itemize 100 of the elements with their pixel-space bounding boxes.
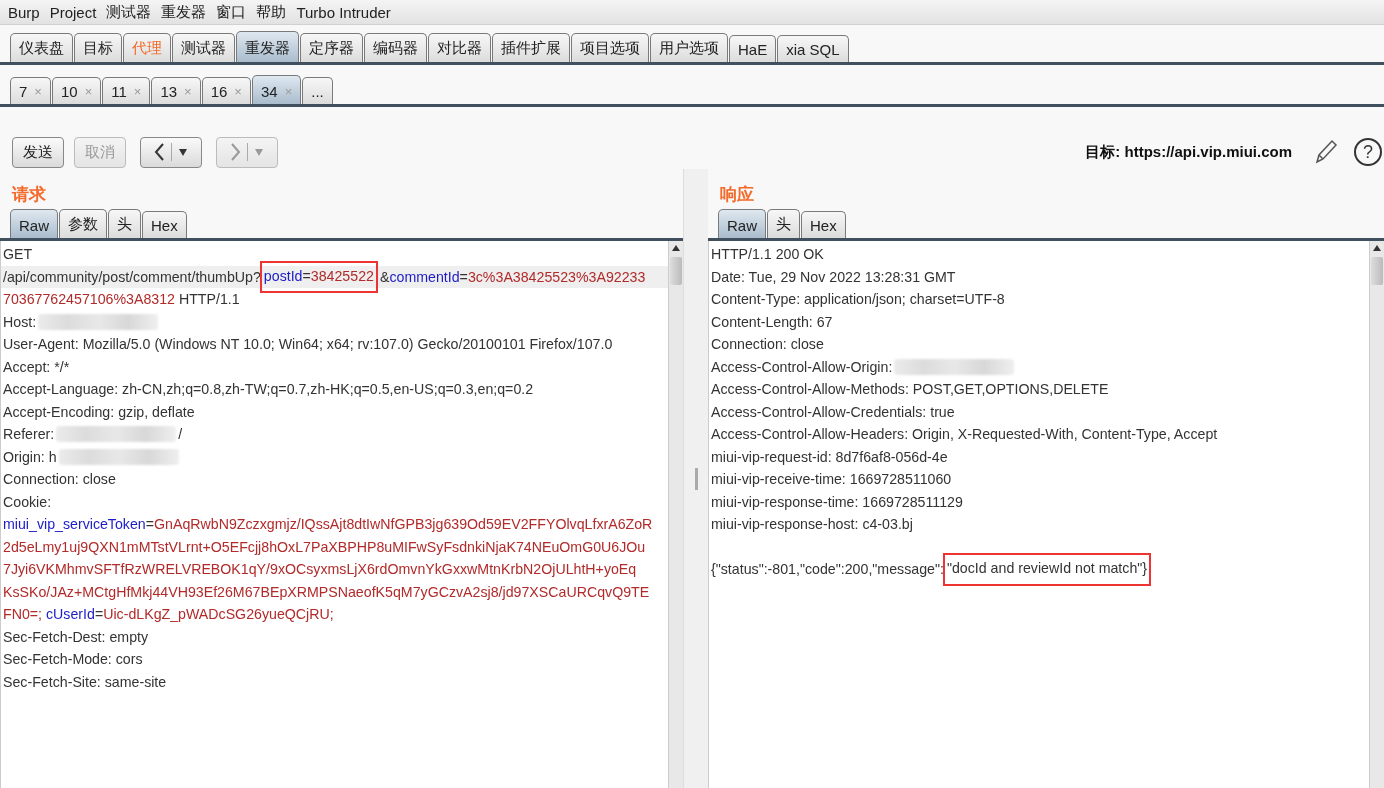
toolbar-button[interactable]: 发送 [12,136,64,168]
tab[interactable]: 编码器 [364,33,427,62]
code-text: Sec-Fetch-Dest: empty [3,627,149,647]
code-text: User-Agent: Mozilla/5.0 (Windows NT 10.0; Win64; x64; rv:107.0) Gecko/20100101 Firefox/107.0 [3,335,613,354]
menu-item[interactable]: 帮助 [256,2,287,22]
caret-icon [254,148,264,156]
param-value: Uic-dLKgZ_pWADcSG26yueQCjRU; [103,605,334,624]
tab[interactable]: xia SQL [777,35,849,62]
code-text: Origin: h [3,447,57,467]
tab[interactable]: Raw [10,209,58,238]
code-text: HTTP/1.1 [177,290,240,309]
menu-item[interactable]: Turbo Intruder [296,3,391,21]
menu-item[interactable]: Project [49,3,97,21]
param-value: 3c%3A38425523%3A92233 [467,267,646,287]
scrollbar[interactable] [1369,241,1384,788]
param-value: 2d5eLmy1uj9QXN1mMTstVLrnt+O5EFcjj8hOxL7PaXBPHP8uMIFwSyFsdnkiNjaK74NEuOmG0U6JOu [3,537,646,557]
chevron-right-icon [230,142,241,162]
tab[interactable]: 16 × [201,77,251,104]
scrollbar[interactable] [668,241,683,788]
param-name: postId [263,266,303,286]
pane-title: 响应 [719,184,755,206]
code-text: {"status":-801,"code":200,"message": [711,560,944,579]
back-button[interactable] [140,136,202,168]
tab[interactable]: 定序器 [300,33,363,62]
help-icon[interactable]: ? [1354,138,1382,166]
tab[interactable]: 13 × [151,77,201,104]
code-text: Connection: close [3,470,116,489]
code-text: Access-Control-Allow-Headers: Origin, X-Requested-With, Content-Type, Accept [711,425,1218,444]
code-text: HTTP/1.1 200 OK [711,245,824,264]
code-text: miui-vip-response-host: c4-03.bj [711,515,913,534]
tab[interactable]: 插件扩展 [492,33,570,62]
code-text: "docId and reviewId not match"} [946,559,1148,578]
tab[interactable]: Hex [801,211,846,238]
code-text: Host: [3,312,37,332]
scroll-thumb[interactable] [1371,257,1383,285]
param-name: cUserId [46,605,95,624]
tab[interactable]: ... [302,77,333,104]
code-text: Sec-Fetch-Site: same-site [3,672,167,692]
tab[interactable]: HaE [729,35,777,62]
code-text: = [94,605,104,624]
param-name: miui_vip_serviceToken [3,515,146,534]
code-text: Accept: */* [3,357,70,377]
tab[interactable]: 目标 [74,33,122,62]
target-label: 目标: https://api.vip.miui.com [1085,142,1292,162]
editor-panel[interactable] [708,241,1384,788]
pencil-icon[interactable] [1314,139,1338,165]
code-text: Referer: [3,425,55,444]
tab[interactable]: 参数 [59,209,107,238]
code-text: Cookie: [3,492,52,512]
param-name: commentId [389,267,460,287]
param-value: FN0=; [3,605,44,624]
tab[interactable]: 项目选项 [571,33,649,62]
code-text: Access-Control-Allow-Methods: POST,GET,OPTIONS,DELETE [711,380,1109,399]
menu-item[interactable]: 测试器 [106,2,152,22]
caret-icon [178,148,188,156]
arrow-up-icon[interactable] [671,244,681,252]
code-text: Access-Control-Allow-Origin: [711,357,893,377]
code-text: Accept-Encoding: gzip, deflate [3,402,195,422]
menu-item[interactable]: 窗口 [216,2,247,22]
tab[interactable]: 11 × [102,77,151,104]
tab[interactable]: 34 × [251,75,302,104]
code-text: & [379,267,390,287]
code-text: GET [3,245,33,264]
tab[interactable]: 7 × [10,77,51,104]
param-value: 38425522 [310,266,374,286]
scroll-thumb[interactable] [670,257,682,285]
code-text: Date: Tue, 29 Nov 2022 13:28:31 GMT [711,267,956,287]
code-text: = [302,266,311,286]
code-text: miui-vip-receive-time: 1669728511060 [711,470,952,489]
tab[interactable]: 用户选项 [650,33,728,62]
pane-title: 请求 [10,184,47,206]
tab[interactable]: 头 [767,209,800,238]
code-text: Access-Control-Allow-Credentials: true [711,402,955,422]
menu-item[interactable]: Burp [8,3,40,21]
param-value: 7Jyi6VKMhmvSFTfRzWRELVREBOK1qY/9xOCsyxmsLjX6rdOmvnYkGxxwMtnKrbN2OjULhtH+yoEq [3,560,637,579]
param-value: GnAqRwbN9Zczxgmjz/IQssAjt8dtIwNfGPB3jg639Od59EV2FFYOlvqLfxrA6ZoR [154,515,653,534]
tab[interactable]: 仪表盘 [10,33,73,62]
code-text: Connection: close [711,335,824,354]
code-text: Sec-Fetch-Mode: cors [3,650,143,669]
editor-panel[interactable] [0,241,683,788]
code-text: Content-Length: 67 [711,312,833,332]
tab[interactable]: 10 × [51,77,102,104]
tab[interactable]: 重发器 [236,31,299,62]
code-text: Content-Type: application/json; charset=UTF-8 [711,290,1005,309]
tab[interactable]: Hex [142,211,187,238]
code-text: /api/community/post/comment/thumbUp? [3,267,261,287]
tab[interactable]: 头 [108,209,141,238]
code-text: / [178,425,183,444]
arrow-up-icon[interactable] [1372,244,1382,252]
code-text: miui-vip-request-id: 8d7f6af8-056d-4e [711,447,948,467]
code-text: miui-vip-response-time: 1669728511129 [711,492,963,512]
code-text: Accept-Language: zh-CN,zh;q=0.8,zh-TW;q=0.7,zh-HK;q=0.5,en-US;q=0.3,en;q=0.2 [3,380,534,399]
menu-item[interactable]: 重发器 [161,2,207,22]
param-value: 70367762457106%3A8312 [3,290,175,309]
chevron-left-icon [154,142,165,162]
tab[interactable]: 测试器 [172,33,235,62]
tab[interactable]: 对比器 [428,33,491,62]
code-text: = [459,267,468,287]
code-text: = [145,515,155,534]
tab[interactable]: Raw [718,209,766,238]
